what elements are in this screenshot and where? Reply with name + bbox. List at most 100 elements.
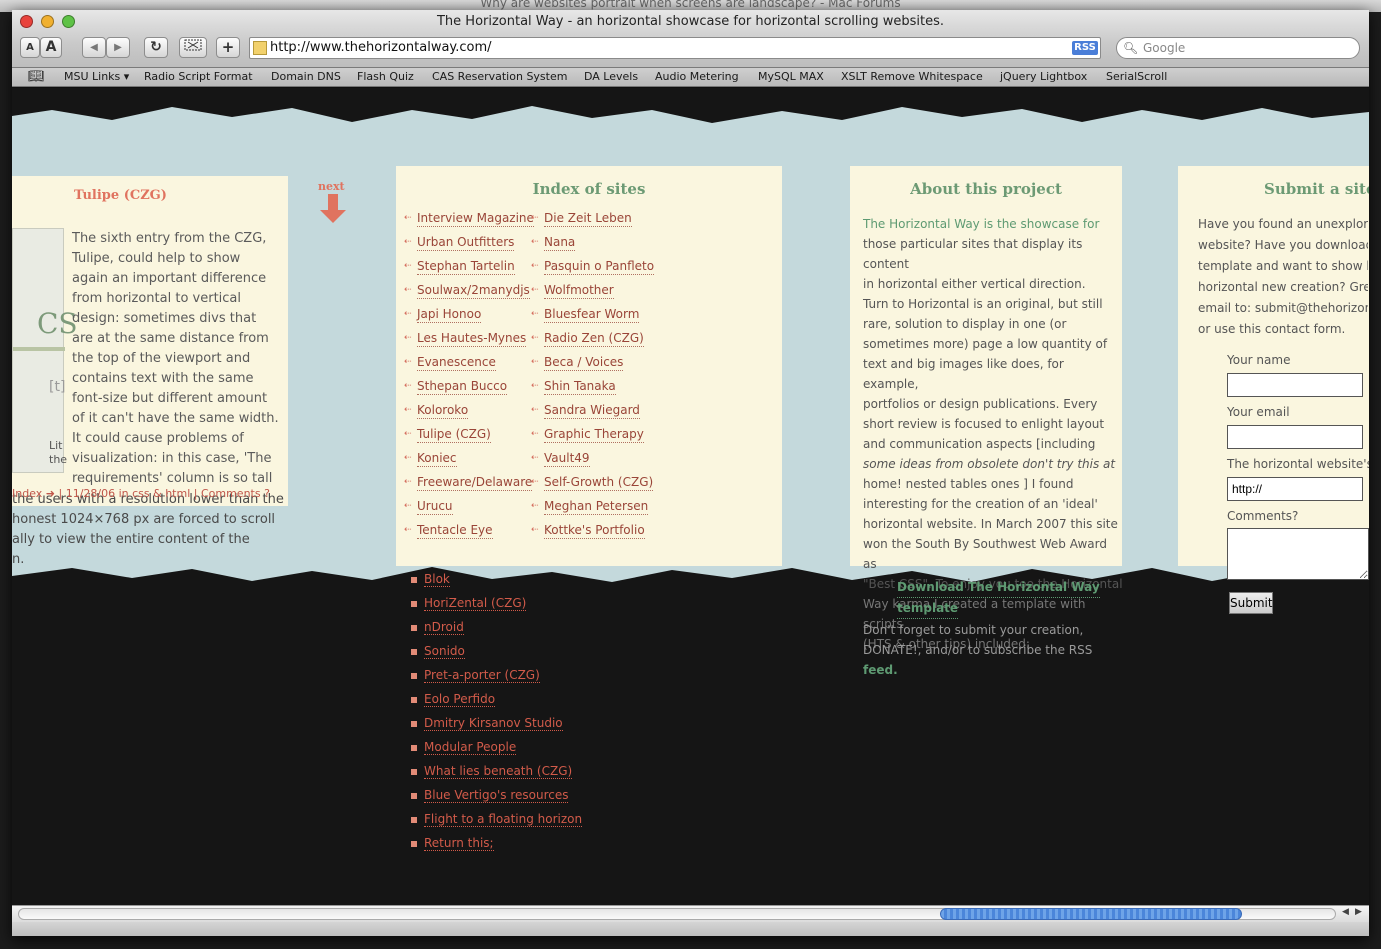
more-site-link[interactable]: Modular People xyxy=(424,740,517,755)
review-text: The sixth entry from the CZG, Tulipe, co… xyxy=(72,229,286,489)
bookmark-item[interactable]: DA Levels xyxy=(584,68,638,86)
index-site-link[interactable]: Shin Tanaka xyxy=(544,379,616,395)
review-line: honest 1024×768 px are forced to scroll xyxy=(12,512,276,527)
bookmark-item[interactable]: SerialScroll xyxy=(1106,68,1167,86)
submit-intro-line: or use this contact form. xyxy=(1198,322,1346,336)
more-site-link[interactable]: Blue Vertigo's resources xyxy=(424,788,569,803)
next-arrow-icon[interactable] xyxy=(318,194,350,224)
submit-intro-line: horizontal new creation? Great! xyxy=(1198,280,1368,294)
text-smaller-button[interactable]: A xyxy=(20,37,40,58)
name-field[interactable] xyxy=(1227,373,1363,397)
review-line: It could cause problems of xyxy=(72,431,244,446)
scissors-icon xyxy=(184,39,202,51)
more-site-link[interactable]: Sonido xyxy=(424,644,465,659)
index-site-link[interactable]: Meghan Petersen xyxy=(544,499,649,515)
bookmark-item[interactable]: Flash Quiz xyxy=(357,68,414,86)
horizontal-scrollbar[interactable]: ◀ ▶ xyxy=(12,905,1369,922)
index-site-link[interactable]: Sthepan Bucco xyxy=(417,379,508,395)
more-site-link[interactable]: Pret-a-porter (CZG) xyxy=(424,668,540,683)
link-arrow-icon: ⇠ xyxy=(531,261,539,271)
reload-button[interactable]: ↻ xyxy=(144,37,168,58)
bookmark-item[interactable]: CAS Reservation System xyxy=(432,68,567,86)
bookmark-item[interactable]: XSLT Remove Whitespace xyxy=(841,68,983,86)
review-thumbnail[interactable]: CS [t] Lit the xyxy=(12,228,78,473)
bookmark-item[interactable]: Radio Script Format xyxy=(144,68,253,86)
link-arrow-icon: ⇠ xyxy=(404,237,412,247)
index-site-link[interactable]: Beca / Voices xyxy=(544,355,624,371)
index-site-link[interactable]: Freeware/Delaware xyxy=(417,475,533,491)
link-arrow-icon: ⇠ xyxy=(531,381,539,391)
download-template-link[interactable]: Download The Horizontal Way template xyxy=(897,577,1100,619)
scroll-right-icon[interactable]: ▶ xyxy=(1355,907,1362,917)
index-site-link[interactable]: Die Zeit Leben xyxy=(544,211,632,227)
bookmark-item[interactable]: MySQL MAX xyxy=(758,68,824,86)
snippet-button[interactable] xyxy=(179,37,207,58)
site-favicon-icon xyxy=(253,41,267,55)
index-site-link[interactable]: Self-Growth (CZG) xyxy=(544,475,654,491)
text-bigger-button[interactable]: A xyxy=(40,37,62,58)
index-site-link[interactable]: Evanescence xyxy=(417,355,496,371)
address-bar[interactable]: http://www.thehorizontalway.com/ RSS xyxy=(249,37,1101,59)
scroll-left-icon[interactable]: ◀ xyxy=(1342,907,1349,917)
review-line: requirements' column is so tall xyxy=(72,471,273,486)
link-arrow-icon: ⇠ xyxy=(531,405,539,415)
index-site-link[interactable]: Bluesfear Worm xyxy=(544,307,640,323)
more-site-link[interactable]: Blok xyxy=(424,572,450,587)
submit-button[interactable]: Submit xyxy=(1229,592,1273,614)
bookmark-item[interactable]: MSU Links ▾ xyxy=(64,68,129,86)
search-input[interactable]: 🔍︎ Google xyxy=(1116,37,1360,59)
index-site-link[interactable]: Radio Zen (CZG) xyxy=(544,331,644,347)
about-line[interactable]: The Horizontal Way is the showcase for xyxy=(863,214,1123,234)
more-site-link[interactable]: nDroid xyxy=(424,620,464,635)
review-title[interactable]: Tulipe (CZG) xyxy=(74,188,167,203)
index-site-link[interactable]: Interview Magazine xyxy=(417,211,534,227)
more-site-link[interactable]: Dmitry Kirsanov Studio xyxy=(424,716,563,731)
index-site-link[interactable]: Nana xyxy=(544,235,576,251)
scroll-thumb[interactable] xyxy=(940,908,1242,920)
submit-intro-line: email to: submit@thehorizont xyxy=(1198,301,1368,315)
more-site-link[interactable]: Flight to a floating horizon xyxy=(424,812,583,827)
about-line: won the South By Southwest Web Award as xyxy=(863,537,1107,571)
email-field[interactable] xyxy=(1227,425,1363,449)
forward-button[interactable]: ▶ xyxy=(106,37,130,58)
index-site-link[interactable]: Koloroko xyxy=(417,403,469,419)
index-site-link[interactable]: Vault49 xyxy=(544,451,590,467)
name-label: Your name xyxy=(1227,353,1291,367)
index-site-link[interactable]: Urban Outfitters xyxy=(417,235,515,251)
about-line: some ideas from obsolete don't try this … xyxy=(863,457,1116,471)
index-site-link[interactable]: Stephan Tartelin xyxy=(417,259,515,275)
website-field[interactable] xyxy=(1227,477,1363,501)
add-bookmark-button[interactable]: + xyxy=(216,37,240,58)
next-link[interactable]: next xyxy=(318,180,345,193)
index-site-link[interactable]: Tulipe (CZG) xyxy=(417,427,491,443)
about-line: Turn to Horizontal is an original, but s… xyxy=(863,297,1103,311)
bullet-icon xyxy=(411,673,417,679)
index-site-link[interactable]: Japi Honoo xyxy=(417,307,482,323)
more-site-link[interactable]: Eolo Perfido xyxy=(424,692,496,707)
index-site-link[interactable]: Les Hautes-Mynes xyxy=(417,331,527,347)
about-footer-line[interactable]: feed. xyxy=(863,660,1123,680)
index-site-link[interactable]: Pasquin o Panfleto xyxy=(544,259,655,275)
review-meta[interactable]: Index ➜ | 11/28/06 in css & html | Comme… xyxy=(12,487,270,500)
more-site-link[interactable]: HoriZental (CZG) xyxy=(424,596,527,611)
back-button[interactable]: ◀ xyxy=(82,37,106,58)
index-site-link[interactable]: Graphic Therapy xyxy=(544,427,644,443)
index-site-link[interactable]: Sandra Wiegard xyxy=(544,403,640,419)
about-line: sometimes more) page a low quantity of xyxy=(863,337,1108,351)
book-icon[interactable]: 📖︎ xyxy=(28,68,45,86)
bookmark-item[interactable]: jQuery Lightbox xyxy=(1000,68,1087,86)
rss-button[interactable]: RSS xyxy=(1072,41,1098,55)
index-site-link[interactable]: Kottke's Portfolio xyxy=(544,523,645,539)
bookmark-item[interactable]: Audio Metering xyxy=(655,68,739,86)
index-site-link[interactable]: Soulwax/2manydjs xyxy=(417,283,530,299)
index-site-link[interactable]: Wolfmother xyxy=(544,283,614,299)
comments-field[interactable] xyxy=(1227,528,1369,580)
index-site-link[interactable]: Koniec xyxy=(417,451,457,467)
bullet-icon xyxy=(411,793,417,799)
index-site-link[interactable]: Urucu xyxy=(417,499,453,515)
bookmark-item[interactable]: Domain DNS xyxy=(271,68,341,86)
more-site-link[interactable]: Return this; xyxy=(424,836,494,851)
about-footer: Don't forget to submit your creation, DO… xyxy=(863,620,1123,680)
index-site-link[interactable]: Tentacle Eye xyxy=(417,523,493,539)
more-site-link[interactable]: What lies beneath (CZG) xyxy=(424,764,573,779)
